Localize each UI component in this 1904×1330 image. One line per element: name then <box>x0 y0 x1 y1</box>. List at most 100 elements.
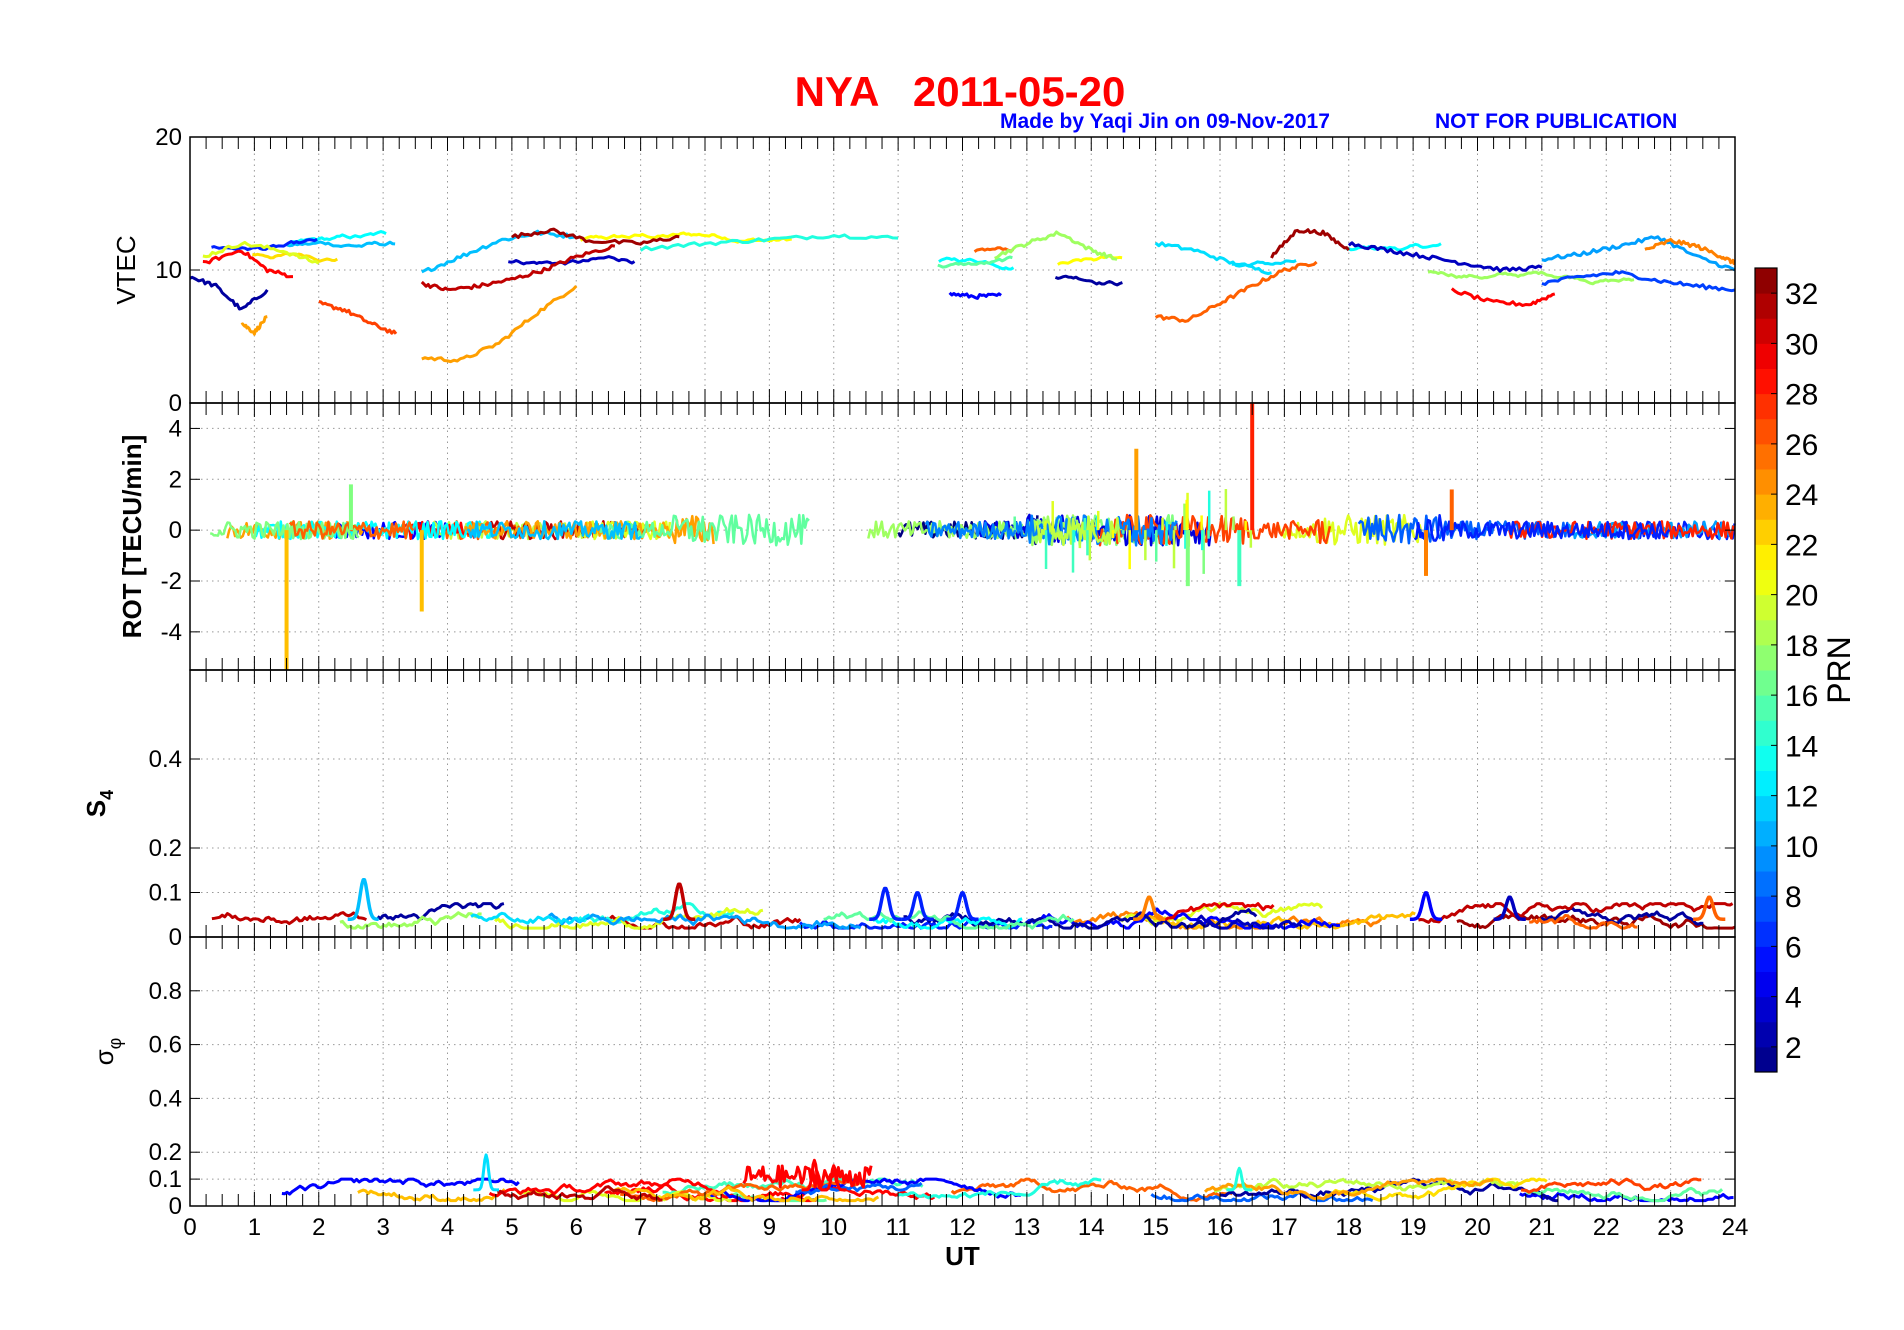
vtec-ytick-label: 0 <box>169 390 182 417</box>
sigma-ytick-label: 0.4 <box>149 1085 182 1112</box>
x-tick-label: 21 <box>1529 1214 1556 1241</box>
sigma-ytick-label: 0.2 <box>149 1139 182 1166</box>
x-tick-label: 23 <box>1657 1214 1684 1241</box>
sigma-active <box>742 1164 873 1189</box>
x-tick-label: 10 <box>820 1214 847 1241</box>
rot-ytick-label: -4 <box>161 619 182 646</box>
colorbar-tick-label: 2 <box>1785 1032 1802 1065</box>
vtec-series <box>1541 235 1736 272</box>
vtec-series <box>1450 287 1556 307</box>
x-tick-label: 13 <box>1014 1214 1041 1241</box>
sigma-ytick-label: 0.6 <box>149 1032 182 1059</box>
colorbar-bin <box>1755 544 1777 570</box>
colorbar-bin <box>1755 494 1777 520</box>
vtec-series <box>189 275 269 311</box>
rot-ytick-label: 0 <box>169 517 182 544</box>
colorbar-bin <box>1755 469 1777 495</box>
vtec-series <box>1541 270 1736 293</box>
colorbar-tick-label: 6 <box>1785 931 1802 964</box>
rot-ylabel: ROT [TECU/min] <box>117 435 147 639</box>
colorbar-tick-label: 28 <box>1785 379 1818 412</box>
rot-ytick-label: 4 <box>169 415 182 442</box>
colorbar-bin <box>1755 368 1777 395</box>
x-tick-label: 0 <box>183 1214 196 1241</box>
vtec-series <box>1644 237 1736 265</box>
vtec-series <box>1154 241 1272 276</box>
colorbar-bin <box>1755 896 1777 922</box>
colorbar-bin <box>1755 770 1777 797</box>
x-tick-label: 8 <box>698 1214 711 1241</box>
vtec-trace <box>1054 274 1123 287</box>
vtec-series <box>1270 228 1350 259</box>
x-tick-label: 22 <box>1593 1214 1620 1241</box>
colorbar-bin <box>1755 293 1777 319</box>
colorbar-tick-label: 20 <box>1785 580 1818 613</box>
s4-bump <box>1409 891 1443 921</box>
colorbar-bin <box>1755 418 1777 445</box>
vtec-ytick-label: 20 <box>155 124 182 151</box>
x-tick-label: 11 <box>886 1214 911 1241</box>
colorbar-tick-label: 12 <box>1785 781 1818 814</box>
colorbar-bin <box>1755 971 1777 998</box>
sigma-ytick-label: 0 <box>169 1193 182 1220</box>
colorbar-tick-label: 32 <box>1785 278 1818 311</box>
s4-ytick-label: 0.1 <box>149 880 182 907</box>
x-axis-label: UT <box>945 1241 980 1271</box>
rot-ytick-label: 2 <box>169 466 182 493</box>
colorbar-label: PRN <box>1821 636 1857 704</box>
s4-ylabel: S4 <box>81 790 117 817</box>
x-tick-label: 17 <box>1271 1214 1298 1241</box>
colorbar-tick-label: 22 <box>1785 529 1818 562</box>
x-tick-label: 15 <box>1142 1214 1169 1241</box>
x-tick-label: 4 <box>441 1214 454 1241</box>
x-tick-label: 5 <box>505 1214 518 1241</box>
x-tick-label: 2 <box>312 1214 325 1241</box>
vtec-ytick-label: 10 <box>155 257 182 284</box>
notice-text: NOT FOR PUBLICATION <box>1435 110 1677 133</box>
colorbar-bin <box>1755 670 1777 696</box>
colorbar-bin <box>1755 820 1777 847</box>
x-tick-label: 20 <box>1464 1214 1491 1241</box>
s4-ytick-label: 0 <box>169 924 182 951</box>
colorbar-tick-label: 24 <box>1785 479 1818 512</box>
sigma-ytick-label: 0.1 <box>149 1166 182 1193</box>
colorbar-bin <box>1755 1046 1777 1073</box>
sigma-bump <box>473 1153 500 1192</box>
colorbar-tick-label: 30 <box>1785 328 1818 361</box>
colorbar-bin <box>1755 845 1777 872</box>
sigma-frame <box>189 936 1736 1207</box>
x-tick-label: 14 <box>1078 1214 1105 1241</box>
credit-text: Made by Yaqi Jin on 09-Nov-2017 <box>1000 110 1330 133</box>
vtec-series <box>1154 260 1318 323</box>
colorbar-bin <box>1755 443 1777 470</box>
colorbar-bin <box>1755 871 1777 897</box>
s4-trace <box>376 902 505 921</box>
figure-title: NYA 2011-05-20 <box>795 68 1126 115</box>
colorbar-bin <box>1755 745 1777 771</box>
x-tick-label: 24 <box>1722 1214 1749 1241</box>
colorbar-tick-label: 10 <box>1785 831 1818 864</box>
colorbar-tick-label: 18 <box>1785 630 1818 663</box>
sigma-ytick-label: 0.8 <box>149 978 182 1005</box>
colorbar-bin <box>1755 921 1777 947</box>
x-tick-label: 7 <box>634 1214 647 1241</box>
x-tick-label: 16 <box>1207 1214 1234 1241</box>
panels-layer: 01020VTEC-4-2024ROT [TECU/min]00.10.20.4… <box>81 124 1748 1271</box>
colorbar-bin <box>1755 343 1777 369</box>
colorbar-bin <box>1755 644 1777 671</box>
colorbar-bin <box>1755 619 1777 646</box>
colorbar-tick-label: 8 <box>1785 881 1802 914</box>
vtec-series <box>948 291 1002 300</box>
colorbar-bin <box>1755 1021 1777 1048</box>
figure-canvas: NYA 2011-05-20 Made by Yaqi Jin on 09-No… <box>81 68 1857 1271</box>
colorbar-bin <box>1755 795 1777 822</box>
colorbar-bin <box>1755 720 1777 746</box>
colorbar-bin <box>1755 996 1777 1023</box>
x-tick-label: 12 <box>949 1214 976 1241</box>
x-tick-label: 6 <box>570 1214 583 1241</box>
s4-ytick-label: 0.4 <box>149 746 182 773</box>
colorbar-bin <box>1755 594 1777 621</box>
vtec-series <box>421 284 578 364</box>
colorbar-bin <box>1755 695 1777 721</box>
vtec-series <box>318 299 398 335</box>
